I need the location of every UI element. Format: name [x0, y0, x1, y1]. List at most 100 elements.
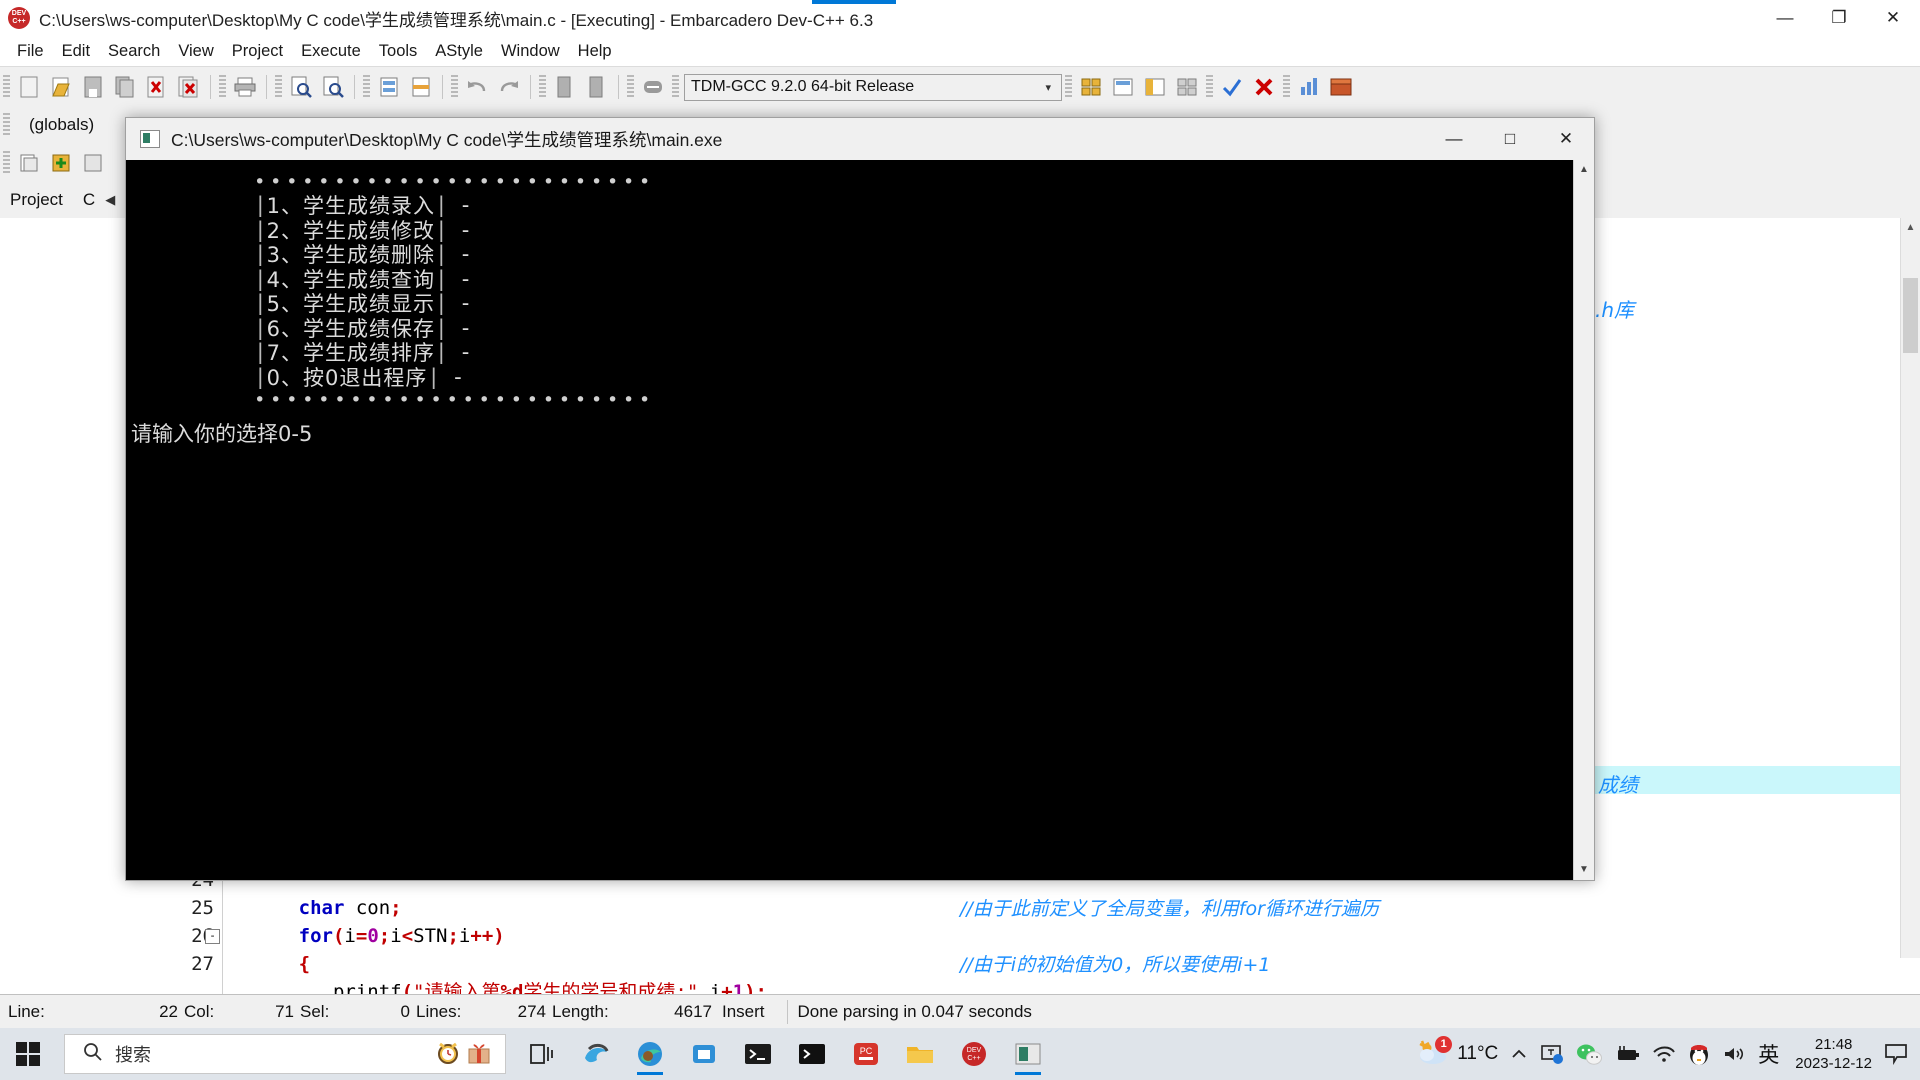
menu-view[interactable]: View	[169, 39, 222, 64]
toolbar-grip-9[interactable]	[1065, 75, 1072, 99]
toolbar-grip-5[interactable]	[451, 75, 458, 99]
console-scrollbar[interactable]: ▲ ▼	[1573, 160, 1594, 880]
console-scroll-up-icon[interactable]: ▲	[1574, 160, 1594, 180]
close-button[interactable]: ✕	[1866, 0, 1920, 36]
redo-icon[interactable]	[493, 72, 525, 102]
editor-scrollbar[interactable]: ▲	[1900, 218, 1920, 958]
fold-toggle-icon[interactable]: -	[205, 929, 220, 944]
package-manager-icon[interactable]	[1325, 72, 1357, 102]
maximize-button[interactable]: ❐	[1812, 0, 1866, 36]
toolbar-grip-11[interactable]	[1283, 75, 1290, 99]
toolbar-grip-1[interactable]	[3, 75, 10, 99]
minimize-button[interactable]: —	[1758, 0, 1812, 36]
compiler-select[interactable]: TDM-GCC 9.2.0 64-bit Release ▾	[684, 73, 1062, 101]
show-hidden-icons-chevron-icon[interactable]	[1510, 1047, 1528, 1061]
console-output[interactable]: ••••••••••••••••••••••••• | 1、 学生成绩录入 | …	[126, 160, 1574, 880]
dev-cpp-taskbar-icon[interactable]: DEV C++	[952, 1032, 996, 1076]
tab-project[interactable]: Project	[0, 190, 73, 210]
code-comment: //由于此前定义了全局变量，利用for循环进行遍历	[960, 898, 1379, 920]
taskbar-clock[interactable]: 21:48 2023-12-12	[1795, 1035, 1872, 1073]
new-file-icon[interactable]	[13, 72, 45, 102]
console-window[interactable]: C:\Users\ws-computer\Desktop\My C code\学…	[125, 117, 1595, 881]
scrollbar-thumb[interactable]	[1903, 278, 1918, 353]
menu-tools[interactable]: Tools	[370, 39, 427, 64]
alarm-clock-icon[interactable]	[435, 1039, 461, 1070]
battery-charging-icon[interactable]	[1614, 1045, 1640, 1063]
menu-edit[interactable]: Edit	[53, 39, 99, 64]
close-all-icon[interactable]	[173, 72, 205, 102]
secondary-toolbar-grip[interactable]	[3, 151, 10, 175]
tab-classes[interactable]: C	[73, 190, 105, 210]
open-file-icon[interactable]	[45, 72, 77, 102]
layout-2-icon[interactable]	[1107, 72, 1139, 102]
menu-execute[interactable]: Execute	[292, 39, 370, 64]
wifi-icon[interactable]	[1652, 1045, 1676, 1063]
volume-icon[interactable]	[1722, 1045, 1746, 1063]
toolbar-separator-2	[266, 75, 267, 99]
print-icon[interactable]	[229, 72, 261, 102]
menu-help[interactable]: Help	[569, 39, 621, 64]
layout-4-icon[interactable]	[1171, 72, 1203, 102]
menu-window[interactable]: Window	[492, 39, 569, 64]
layout-1-icon[interactable]	[1075, 72, 1107, 102]
remove-from-project-icon[interactable]	[77, 148, 109, 178]
toolbar-grip-2[interactable]	[219, 75, 226, 99]
toggle-bookmark-icon[interactable]	[405, 72, 437, 102]
qq-icon[interactable]	[1688, 1042, 1710, 1066]
toolbar-grip-8[interactable]	[672, 75, 679, 99]
replace-icon[interactable]	[317, 72, 349, 102]
close-file-icon[interactable]	[141, 72, 173, 102]
menu-file[interactable]: File	[8, 39, 53, 64]
scroll-up-icon[interactable]: ▲	[1901, 218, 1920, 237]
ide-titlebar: DEV C++ C:\Users\ws-computer\Desktop\My C…	[0, 0, 1920, 36]
weather-widget[interactable]: 1 11°C	[1416, 1035, 1498, 1071]
taskbar-search-box[interactable]: 搜索	[64, 1034, 506, 1074]
goto-line-icon[interactable]	[373, 72, 405, 102]
screen-cast-icon[interactable]	[1540, 1043, 1564, 1065]
start-button[interactable]	[0, 1028, 56, 1080]
ime-indicator[interactable]: 英	[1758, 1039, 1779, 1069]
pc-app-icon[interactable]: PC	[844, 1032, 888, 1076]
edge-dev-icon[interactable]	[574, 1032, 618, 1076]
terminal-icon-1[interactable]	[736, 1032, 780, 1076]
find-icon[interactable]	[285, 72, 317, 102]
save-all-icon[interactable]	[109, 72, 141, 102]
wechat-icon[interactable]	[1576, 1043, 1603, 1065]
console-scroll-down-icon[interactable]: ▼	[1574, 860, 1594, 880]
compile-check-icon[interactable]	[1216, 72, 1248, 102]
save-file-icon[interactable]	[77, 72, 109, 102]
console-minimize-button[interactable]: —	[1426, 118, 1482, 160]
profile-analysis-icon[interactable]	[1293, 72, 1325, 102]
console-maximize-button[interactable]: □	[1482, 118, 1538, 160]
add-to-project-icon[interactable]	[45, 148, 77, 178]
edge-browser-icon[interactable]	[628, 1032, 672, 1076]
snipping-tool-icon[interactable]	[682, 1032, 726, 1076]
toolbar-grip-10[interactable]	[1206, 75, 1213, 99]
unindent-icon[interactable]	[581, 72, 613, 102]
console-app-icon[interactable]	[1006, 1032, 1050, 1076]
stop-execution-icon[interactable]	[1248, 72, 1280, 102]
notification-center-icon[interactable]	[1884, 1043, 1908, 1065]
undo-icon[interactable]	[461, 72, 493, 102]
toolbar-grip-6[interactable]	[539, 75, 546, 99]
new-project-icon[interactable]	[13, 148, 45, 178]
menu-astyle[interactable]: AStyle	[426, 39, 492, 64]
chevron-left-icon[interactable]: ◀	[105, 192, 115, 208]
comment-icon[interactable]	[637, 72, 669, 102]
console-titlebar[interactable]: C:\Users\ws-computer\Desktop\My C code\学…	[126, 118, 1594, 161]
indent-icon[interactable]	[549, 72, 581, 102]
code-comment-score: 成绩	[1598, 773, 1638, 797]
task-view-icon[interactable]	[520, 1032, 564, 1076]
layout-3-icon[interactable]	[1139, 72, 1171, 102]
menu-search[interactable]: Search	[99, 39, 169, 64]
toolbar-grip-3[interactable]	[275, 75, 282, 99]
toolbar-grip-4[interactable]	[363, 75, 370, 99]
gift-icon[interactable]	[467, 1039, 491, 1070]
terminal-icon-2[interactable]	[790, 1032, 834, 1076]
menu-project[interactable]: Project	[223, 39, 292, 64]
toolbar-grip-7[interactable]	[627, 75, 634, 99]
file-explorer-icon[interactable]	[898, 1032, 942, 1076]
console-close-button[interactable]: ✕	[1538, 118, 1594, 160]
taskbar-app-icons: PC DEV C++	[520, 1032, 1050, 1076]
scope-row-grip[interactable]	[3, 113, 10, 137]
